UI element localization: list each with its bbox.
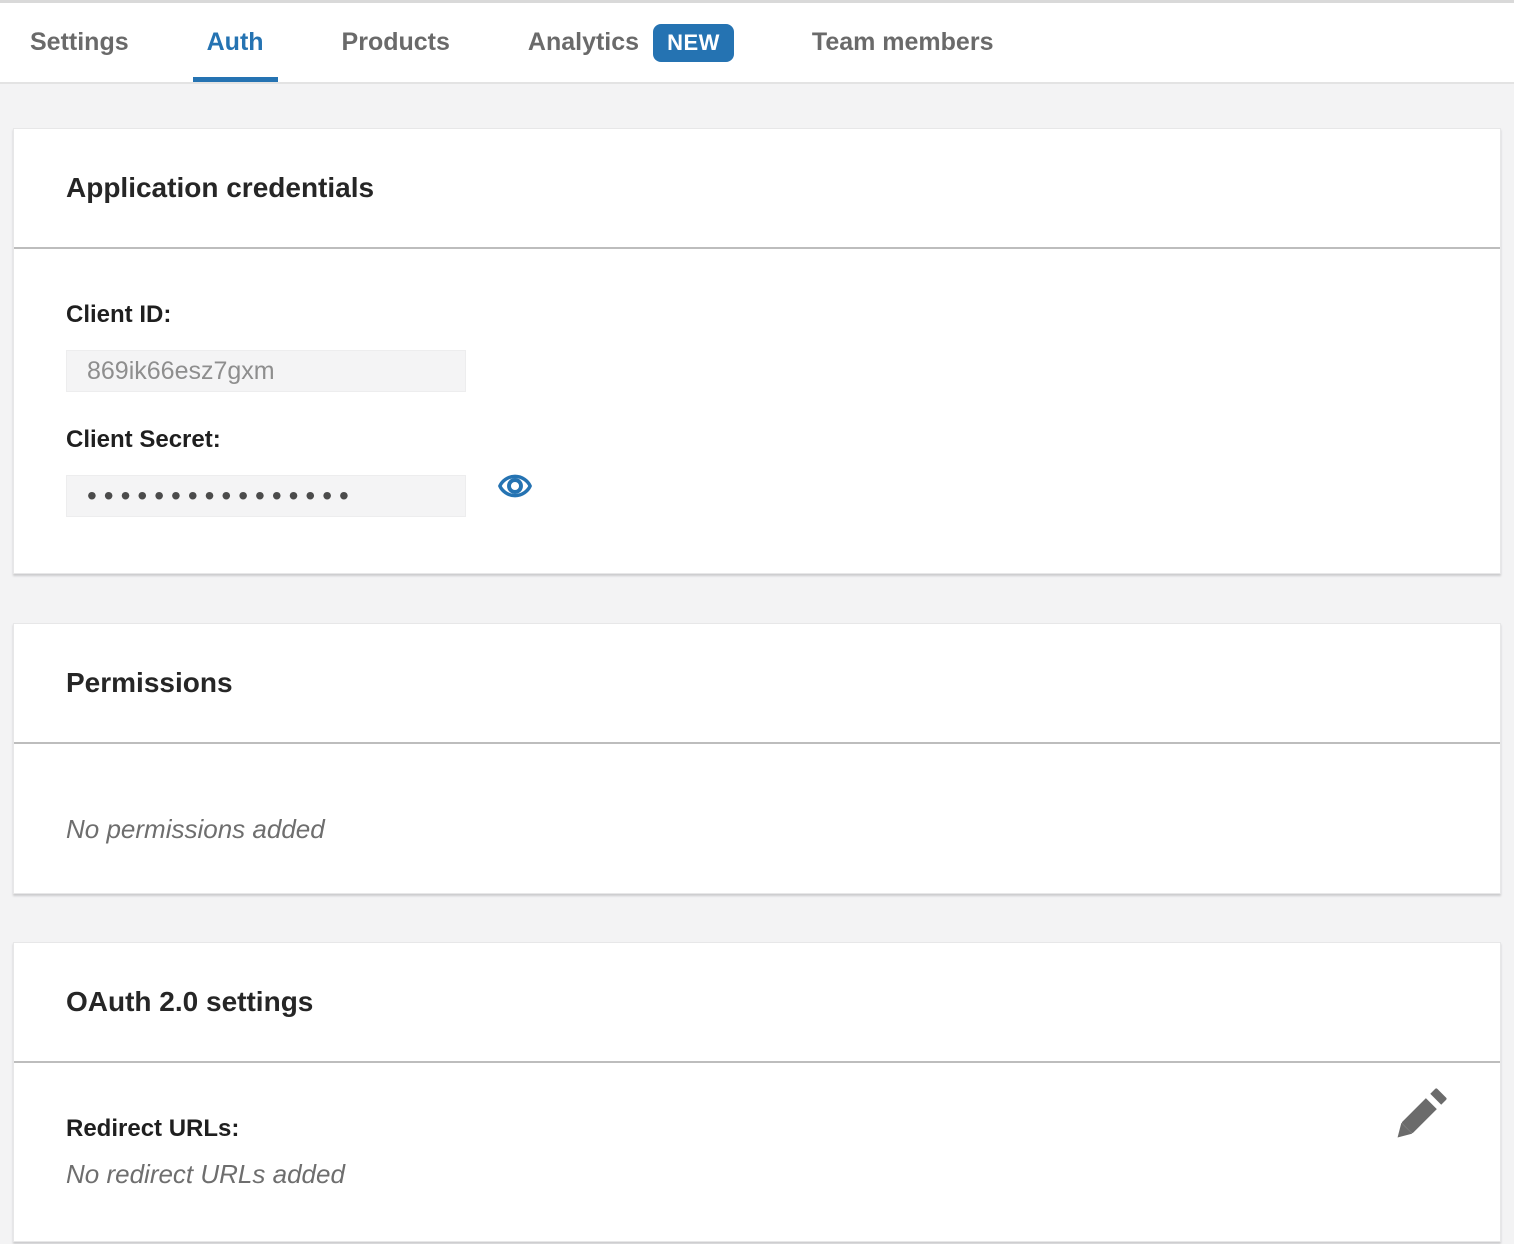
- tab-settings[interactable]: Settings: [30, 3, 129, 82]
- tab-analytics[interactable]: Analytics NEW: [528, 3, 734, 82]
- tab-auth[interactable]: Auth: [207, 3, 264, 82]
- tab-analytics-label: Analytics: [528, 28, 639, 57]
- no-redirect-urls-message: No redirect URLs added: [66, 1159, 1448, 1189]
- permissions-card: Permissions No permissions added: [13, 623, 1501, 894]
- client-secret-masked-value: ••••••••••••••••: [87, 482, 356, 510]
- no-permissions-message: No permissions added: [66, 814, 325, 844]
- pencil-icon: [1384, 1077, 1458, 1151]
- edit-redirect-urls-button[interactable]: [1384, 1077, 1458, 1151]
- permissions-title: Permissions: [66, 666, 1448, 700]
- application-credentials-body: Client ID: 869ik66esz7gxm Client Secret:…: [14, 249, 1500, 573]
- client-secret-label: Client Secret:: [66, 426, 1448, 454]
- permissions-body: No permissions added: [14, 744, 1500, 893]
- client-id-value: 869ik66esz7gxm: [87, 357, 275, 386]
- permissions-header: Permissions: [14, 624, 1500, 744]
- client-secret-row: ••••••••••••••••: [66, 454, 1448, 517]
- new-badge: NEW: [653, 24, 734, 62]
- tab-products-label: Products: [342, 28, 450, 57]
- oauth-settings-card: OAuth 2.0 settings Redirect URLs: No red…: [13, 942, 1501, 1242]
- main-content: Application credentials Client ID: 869ik…: [0, 128, 1514, 1242]
- application-credentials-header: Application credentials: [14, 129, 1500, 249]
- eye-icon: [496, 468, 534, 504]
- client-id-label: Client ID:: [66, 301, 1448, 329]
- application-credentials-card: Application credentials Client ID: 869ik…: [13, 128, 1501, 574]
- tab-settings-label: Settings: [30, 28, 129, 57]
- tab-auth-label: Auth: [207, 28, 264, 57]
- reveal-secret-button[interactable]: [496, 468, 534, 504]
- tab-products[interactable]: Products: [342, 3, 450, 82]
- oauth-settings-header: OAuth 2.0 settings: [14, 943, 1500, 1063]
- oauth-settings-title: OAuth 2.0 settings: [66, 985, 1448, 1019]
- tab-team-members[interactable]: Team members: [812, 3, 994, 82]
- redirect-urls-label: Redirect URLs:: [66, 1115, 1448, 1143]
- client-id-field[interactable]: 869ik66esz7gxm: [66, 350, 466, 392]
- client-secret-field[interactable]: ••••••••••••••••: [66, 475, 466, 517]
- tab-bar: Settings Auth Products Analytics NEW Tea…: [0, 0, 1514, 84]
- tab-team-members-label: Team members: [812, 28, 994, 57]
- oauth-settings-body: Redirect URLs: No redirect URLs added: [14, 1063, 1500, 1241]
- application-credentials-title: Application credentials: [66, 171, 1448, 205]
